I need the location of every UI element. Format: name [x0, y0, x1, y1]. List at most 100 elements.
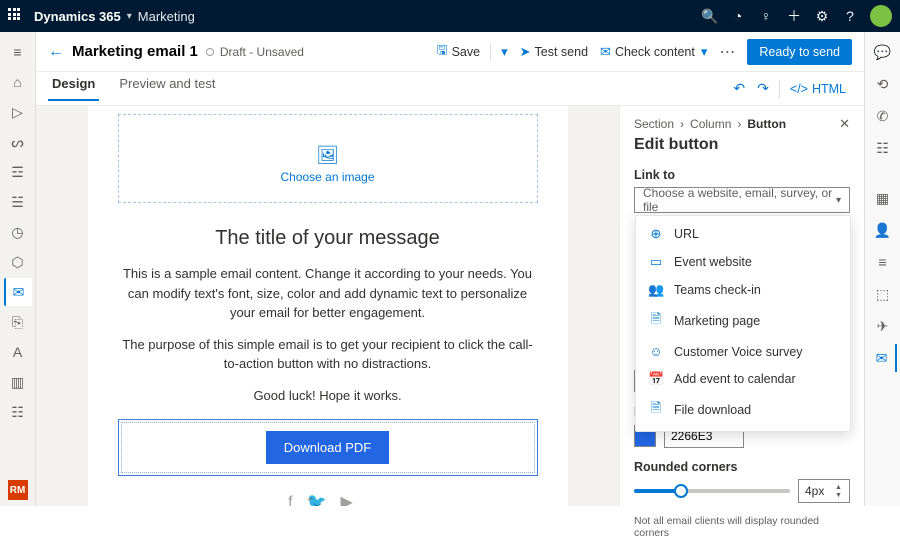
back-button[interactable]: ←: [48, 43, 64, 61]
close-panel-icon[interactable]: ✕: [839, 116, 850, 132]
link-to-combobox[interactable]: Choose a website, email, survey, or file…: [634, 187, 850, 213]
brand[interactable]: Dynamics 365: [34, 9, 121, 24]
social-row: f🐦▶: [118, 492, 538, 506]
redo-button[interactable]: ↷: [751, 80, 775, 97]
chevron-down-icon: ▾: [501, 44, 508, 60]
link-to-placeholder: Choose a website, email, survey, or file: [643, 186, 836, 214]
link-to-dropdown: ⊕URL ▭Event website 👥Teams check-in 🗎Mar…: [635, 215, 851, 432]
home-icon[interactable]: ⌂: [4, 68, 32, 96]
phone-icon[interactable]: ✆: [869, 102, 897, 130]
insights-icon[interactable]: ✈: [869, 312, 897, 340]
journey-icon[interactable]: ᔕ: [4, 128, 32, 156]
option-url[interactable]: ⊕URL: [636, 220, 850, 248]
module-name[interactable]: Marketing: [138, 9, 195, 24]
global-nav: Dynamics 365 ▾ Marketing 🔍 ◔ ♀ ＋ ⚙ ?: [0, 0, 900, 32]
rounded-corners-slider[interactable]: [634, 489, 790, 493]
check-icon: ✉: [600, 44, 611, 60]
breadcrumb: Section › Column › Button ✕: [634, 116, 850, 132]
save-dropdown[interactable]: ▾: [495, 40, 514, 64]
step-up-icon[interactable]: ▲: [835, 484, 847, 491]
facebook-icon[interactable]: f: [288, 494, 306, 506]
button-props-icon[interactable]: ✉: [869, 344, 897, 372]
option-file-download[interactable]: 🗎File download: [636, 393, 850, 427]
overflow-menu[interactable]: ⋯: [713, 42, 741, 62]
file-icon: 🗎: [648, 399, 664, 421]
youtube-icon[interactable]: ▶: [341, 494, 367, 506]
settings-gear-icon[interactable]: ⚙: [808, 8, 836, 25]
more-icon[interactable]: ☷: [4, 398, 32, 426]
option-customer-voice[interactable]: ☺Customer Voice survey: [636, 338, 850, 365]
sitemap-rail: ≡ ⌂ ▷ ᔕ ☲ ☱ ◷ ⬡ ✉ ⎘ A ▥ ☷ RM: [0, 32, 36, 506]
teams-icon: 👥: [648, 282, 664, 298]
undo-button[interactable]: ↶: [727, 80, 751, 97]
image-placeholder-label: Choose an image: [280, 170, 374, 184]
send-icon: ➤: [520, 44, 531, 60]
option-marketing-page[interactable]: 🗎Marketing page: [636, 304, 850, 338]
analytics-icon[interactable]: ☲: [4, 158, 32, 186]
page-title: Marketing email 1: [72, 43, 198, 60]
step-down-icon[interactable]: ▼: [835, 492, 847, 499]
button-block-selected[interactable]: Download PDF: [118, 419, 538, 476]
task-icon[interactable]: ◔: [724, 8, 752, 24]
forms-icon[interactable]: ⎘: [4, 308, 32, 336]
twitter-icon[interactable]: 🐦: [307, 494, 341, 506]
tab-preview[interactable]: Preview and test: [115, 76, 219, 101]
html-label: HTML: [812, 82, 846, 96]
message-title[interactable]: The title of your message: [118, 227, 538, 250]
app-launcher-icon[interactable]: [8, 8, 24, 24]
option-teams-checkin[interactable]: 👥Teams check-in: [636, 276, 850, 304]
html-toggle[interactable]: </> HTML: [784, 78, 852, 100]
breadcrumb-section[interactable]: Section: [634, 117, 674, 131]
checklist-icon[interactable]: ☷: [869, 134, 897, 162]
page-icon: 🗎: [648, 310, 664, 332]
breadcrumb-column[interactable]: Column: [690, 117, 731, 131]
add-icon[interactable]: ＋: [780, 6, 808, 26]
chevron-right-icon: ›: [737, 117, 741, 131]
message-paragraph-2[interactable]: The purpose of this simple email is to g…: [118, 335, 538, 374]
side-panes-rail: 💬 ⟲ ✆ ☷ ▦ 👤 ≡ ⬚ ✈ ✉: [864, 32, 900, 506]
test-send-button[interactable]: ➤Test send: [514, 40, 594, 64]
check-content-button[interactable]: ✉Check content▾: [594, 40, 713, 64]
help-icon[interactable]: ?: [836, 8, 864, 24]
elements-icon[interactable]: ▦: [869, 184, 897, 212]
message-paragraph-1[interactable]: This is a sample email content. Change i…: [118, 264, 538, 323]
message-paragraph-3[interactable]: Good luck! Hope it works.: [118, 386, 538, 406]
link-to-label: Link to: [634, 168, 850, 182]
tab-design[interactable]: Design: [48, 76, 99, 101]
chat-icon[interactable]: 💬: [869, 38, 897, 66]
clock-icon[interactable]: ◷: [4, 218, 32, 246]
email-icon[interactable]: ✉: [4, 278, 32, 306]
record-status: Draft - Unsaved: [220, 45, 304, 59]
area-switcher[interactable]: RM: [8, 480, 28, 500]
option-add-calendar[interactable]: 📅Add event to calendar: [636, 365, 850, 393]
window-icon: ▭: [648, 254, 664, 270]
settings-icon[interactable]: ≡: [869, 248, 897, 276]
user-avatar[interactable]: [870, 5, 892, 27]
chevron-down-icon: ▾: [127, 11, 132, 22]
ready-to-send-button[interactable]: Ready to send: [747, 39, 852, 65]
rounded-corners-input[interactable]: 4px ▲▼: [798, 479, 850, 503]
personalize-icon[interactable]: 👤: [869, 216, 897, 244]
properties-panel: Section › Column › Button ✕ Edit button …: [619, 106, 864, 506]
survey-icon: ☺: [648, 344, 664, 359]
hamburger-icon[interactable]: ≡: [4, 38, 32, 66]
filter-icon[interactable]: ☱: [4, 188, 32, 216]
lightbulb-icon[interactable]: ♀: [752, 8, 780, 24]
text-icon[interactable]: A: [4, 338, 32, 366]
email-canvas[interactable]: 🖼 Choose an image The title of your mess…: [88, 106, 568, 506]
play-icon[interactable]: ▷: [4, 98, 32, 126]
library-icon[interactable]: ▥: [4, 368, 32, 396]
search-icon[interactable]: 🔍: [696, 8, 724, 25]
cta-button[interactable]: Download PDF: [266, 431, 389, 464]
image-placeholder[interactable]: 🖼 Choose an image: [118, 114, 538, 203]
code-icon: </>: [790, 82, 808, 96]
segments-icon[interactable]: ⬡: [4, 248, 32, 276]
designer-tabs: Design Preview and test ↶ ↷ </> HTML: [36, 72, 864, 106]
save-button[interactable]: 🖫Save: [431, 37, 487, 67]
option-event-website[interactable]: ▭Event website: [636, 248, 850, 276]
image-icon: 🖼: [119, 145, 537, 166]
share-icon[interactable]: ⟲: [869, 70, 897, 98]
email-canvas-scroll[interactable]: 🖼 Choose an image The title of your mess…: [36, 106, 619, 506]
styles-icon[interactable]: ⬚: [869, 280, 897, 308]
calendar-icon: 📅: [648, 371, 664, 387]
